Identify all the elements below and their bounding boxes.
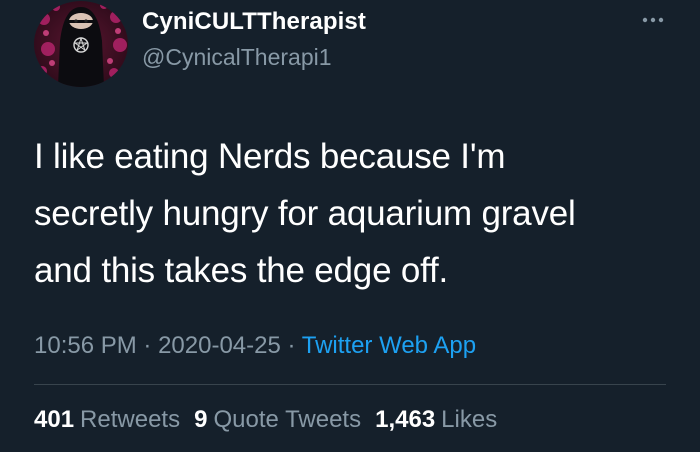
- avatar[interactable]: [34, 1, 128, 87]
- more-horizontal-icon: [642, 17, 664, 23]
- meta-separator: ·: [287, 332, 296, 359]
- retweets-stat[interactable]: 401 Retweets: [34, 406, 180, 434]
- meta-separator: ·: [143, 332, 152, 359]
- tweet-time[interactable]: 10:56 PM: [34, 332, 137, 359]
- likes-count: 1,463: [375, 406, 436, 433]
- tweet-card: CyniCULTTherapist @CynicalTherapi1 I lik…: [0, 0, 700, 452]
- tweet-stats: 401 Retweets 9 Quote Tweets 1,463 Likes: [34, 406, 497, 434]
- tweet-meta: 10:56 PM · 2020-04-25 · Twitter Web App: [34, 332, 476, 360]
- tweet-text-line: secretly hungry for aquarium gravel: [34, 194, 576, 233]
- likes-stat[interactable]: 1,463 Likes: [375, 406, 497, 434]
- display-name[interactable]: CyniCULTTherapist: [142, 8, 366, 36]
- user-handle[interactable]: @CynicalTherapi1: [142, 44, 332, 71]
- retweets-label: Retweets: [80, 406, 181, 433]
- quote-tweets-count: 9: [194, 406, 208, 433]
- tweet-text-line: and this takes the edge off.: [34, 251, 449, 290]
- quote-tweets-label: Quote Tweets: [213, 406, 362, 433]
- avatar-image: [34, 1, 128, 87]
- more-options-button[interactable]: [636, 6, 670, 34]
- retweets-count: 401: [34, 406, 75, 433]
- tweet-text-line: I like eating Nerds because I'm: [34, 137, 506, 176]
- quote-tweets-stat[interactable]: 9 Quote Tweets: [194, 406, 361, 434]
- tweet-text: I like eating Nerds because I'm secretly…: [34, 128, 674, 299]
- divider: [34, 384, 666, 385]
- likes-label: Likes: [441, 406, 498, 433]
- tweet-source-link[interactable]: Twitter Web App: [302, 332, 476, 359]
- tweet-date[interactable]: 2020-04-25: [158, 332, 281, 359]
